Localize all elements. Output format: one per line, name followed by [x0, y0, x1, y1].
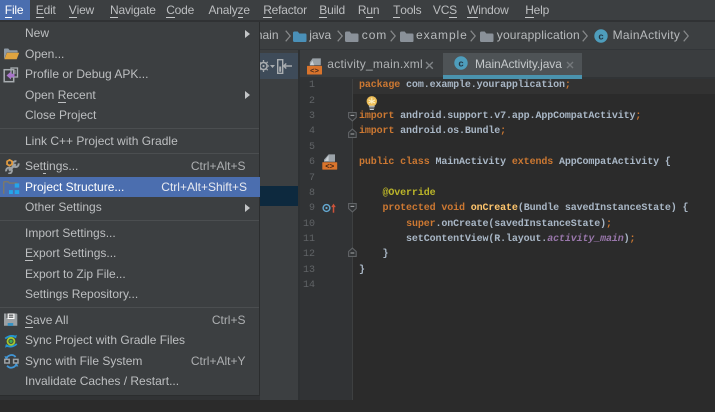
- svg-text:c: c: [599, 31, 604, 42]
- svg-text:<>: <>: [310, 68, 320, 75]
- svg-text:c: c: [458, 58, 463, 69]
- svg-text:<>: <>: [325, 164, 335, 171]
